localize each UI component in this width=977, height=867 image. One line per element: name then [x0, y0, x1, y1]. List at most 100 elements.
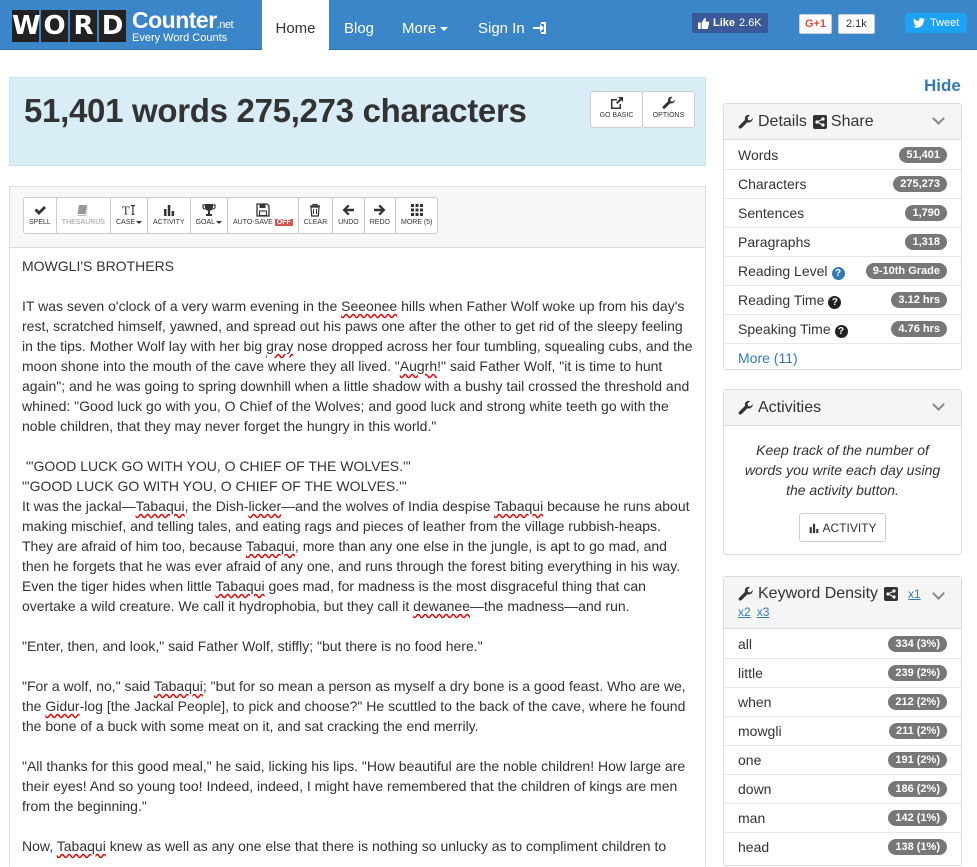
clear-button[interactable]: CLEAR: [297, 197, 334, 234]
wrench-icon: [738, 400, 753, 415]
case-label: CASE: [115, 219, 136, 226]
paragraph: It was the jackal—Tabaqui, the Dish-lick…: [22, 498, 694, 614]
gplus-button[interactable]: G+1: [799, 14, 832, 34]
nav-blog[interactable]: Blog: [344, 0, 374, 50]
auto-save-toggle[interactable]: AUTO-SAVE OFF: [227, 197, 299, 234]
nav-sign-in[interactable]: Sign In: [478, 0, 547, 50]
keyword-badge: 212 (2%): [888, 694, 947, 710]
go-basic-label: GO BASIC: [599, 112, 634, 119]
sign-in-label: Sign In: [478, 20, 525, 37]
keyword-row[interactable]: little 239 (2%): [724, 658, 961, 687]
details-title: Details: [758, 112, 807, 130]
chevron-down-icon[interactable]: [932, 112, 945, 125]
save-icon: [256, 203, 270, 217]
share-icon[interactable]: [812, 114, 827, 129]
hide-sidebar-link[interactable]: Hide: [924, 76, 961, 96]
detail-row-paragraphs: Paragraphs 1,318: [724, 227, 961, 256]
keyword-row[interactable]: all 334 (3%): [724, 629, 961, 658]
site-logo[interactable]: W O R D Counter.net Every Word Counts: [12, 8, 234, 44]
stats-banner: 51,401 words 275,273 characters GO BASIC…: [9, 77, 706, 166]
keyword-row[interactable]: when 212 (2%): [724, 687, 961, 716]
logo-letter: R: [70, 10, 97, 42]
spell-button[interactable]: SPELL: [23, 197, 57, 234]
help-icon[interactable]: ?: [828, 295, 842, 309]
go-basic-button[interactable]: GO BASIC: [590, 91, 643, 128]
misspelled-word[interactable]: Tabaqui: [136, 498, 185, 514]
help-icon[interactable]: ?: [834, 324, 848, 338]
keyword-badge: 138 (1%): [888, 839, 947, 855]
nav-more-dropdown[interactable]: More: [402, 0, 449, 50]
misspelled-word[interactable]: licker: [248, 498, 281, 514]
detail-row-characters: Characters 275,273: [724, 169, 961, 198]
bar-chart-icon: [163, 205, 174, 216]
bar-chart-icon: [810, 523, 819, 533]
redo-button[interactable]: REDO: [363, 197, 396, 234]
grid-icon: [410, 204, 423, 216]
checkmark-icon: [34, 206, 46, 215]
details-panel: Details Share Words 51,401 Characters 275,…: [723, 103, 962, 370]
misspelled-word[interactable]: Tabaqui: [154, 678, 203, 694]
keyword-density-title: Keyword Density: [758, 585, 879, 602]
fb-like-label: Like: [713, 17, 736, 29]
svg-text:T: T: [122, 203, 130, 217]
misspelled-word[interactable]: Tabaqui: [246, 538, 295, 554]
help-icon[interactable]: ?: [831, 266, 845, 280]
text-case-icon: T: [122, 203, 136, 217]
options-button[interactable]: OPTIONS: [642, 91, 695, 128]
keyword-row[interactable]: mowgli 211 (2%): [724, 716, 961, 745]
wrench-icon: [662, 96, 675, 109]
caret-down-icon: [136, 220, 143, 224]
keyword-badge: 211 (2%): [888, 723, 947, 739]
facebook-like-button[interactable]: Like 2.6K: [692, 13, 768, 33]
caret-down-icon: [440, 27, 449, 32]
activities-panel: Activities Keep track of the number of w…: [723, 389, 962, 555]
tweet-button[interactable]: Tweet: [905, 13, 968, 33]
case-dropdown[interactable]: T CASE: [109, 197, 149, 234]
misspelled-word[interactable]: Tabaqui: [216, 578, 265, 594]
detail-badge: 1,318: [905, 234, 947, 250]
keyword-badge: 142 (1%): [888, 810, 947, 826]
activities-header[interactable]: Activities: [724, 390, 961, 426]
misspelled-word[interactable]: Seeonee: [341, 298, 397, 314]
more-tools-button[interactable]: MORE (5): [394, 197, 439, 234]
details-header[interactable]: Details Share: [724, 104, 961, 140]
twitter-bird-icon: [913, 18, 925, 28]
activity-panel-label: ACTIVITY: [822, 520, 877, 535]
chevron-down-icon[interactable]: [932, 398, 945, 411]
google-plus-share[interactable]: G+1 2.1k: [799, 13, 875, 35]
undo-button[interactable]: UNDO: [332, 197, 365, 234]
misspelled-word[interactable]: dewanee: [413, 598, 470, 614]
keyword-row[interactable]: one 191 (2%): [724, 745, 961, 774]
misspelled-word[interactable]: Tabaqui: [494, 498, 543, 514]
thesaurus-button[interactable]: THESAURUS: [55, 197, 111, 234]
text-editor[interactable]: MOWGLI'S BROTHERS IT was seven o'clock o…: [10, 247, 705, 867]
misspelled-word[interactable]: Gidur: [45, 698, 79, 714]
misspelled-word[interactable]: Augrh: [400, 358, 437, 374]
editor-content: MOWGLI'S BROTHERS IT was seven o'clock o…: [10, 248, 705, 867]
keyword-x2-link[interactable]: x2: [738, 605, 751, 619]
misspelled-word[interactable]: Tabaqui: [57, 838, 106, 854]
detail-badge: 1,790: [905, 205, 947, 221]
share-icon[interactable]: [884, 587, 899, 601]
wrench-icon: [738, 586, 753, 601]
keyword-x1-link[interactable]: x1: [908, 587, 921, 601]
misspelled-word[interactable]: gray: [266, 338, 293, 354]
activity-panel-button[interactable]: ACTIVITY: [799, 513, 886, 542]
keyword-row[interactable]: head 138 (1%): [724, 832, 961, 861]
activity-button[interactable]: ACTIVITY: [147, 197, 191, 234]
logo-letter: W: [12, 10, 41, 42]
editor-toolbar: SPELL THESAURUS T CASE ACTIVITY GOAL AUT…: [23, 197, 439, 234]
trash-icon: [310, 203, 321, 217]
goal-dropdown[interactable]: GOAL: [189, 197, 229, 234]
keyword-row[interactable]: down 186 (2%): [724, 774, 961, 803]
logo-letter: D: [99, 10, 126, 42]
keyword-row[interactable]: man 142 (1%): [724, 803, 961, 832]
nav-home[interactable]: Home: [262, 0, 329, 50]
activity-label: ACTIVITY: [153, 219, 185, 226]
paragraph: "All thanks for this good meal," he said…: [22, 758, 690, 814]
detail-badge: 275,273: [893, 176, 947, 192]
share-label[interactable]: Share: [831, 113, 874, 131]
details-more-link[interactable]: More (11): [738, 350, 798, 366]
keyword-x3-link[interactable]: x3: [757, 605, 770, 619]
detail-badge: 4.76 hrs: [891, 321, 947, 337]
